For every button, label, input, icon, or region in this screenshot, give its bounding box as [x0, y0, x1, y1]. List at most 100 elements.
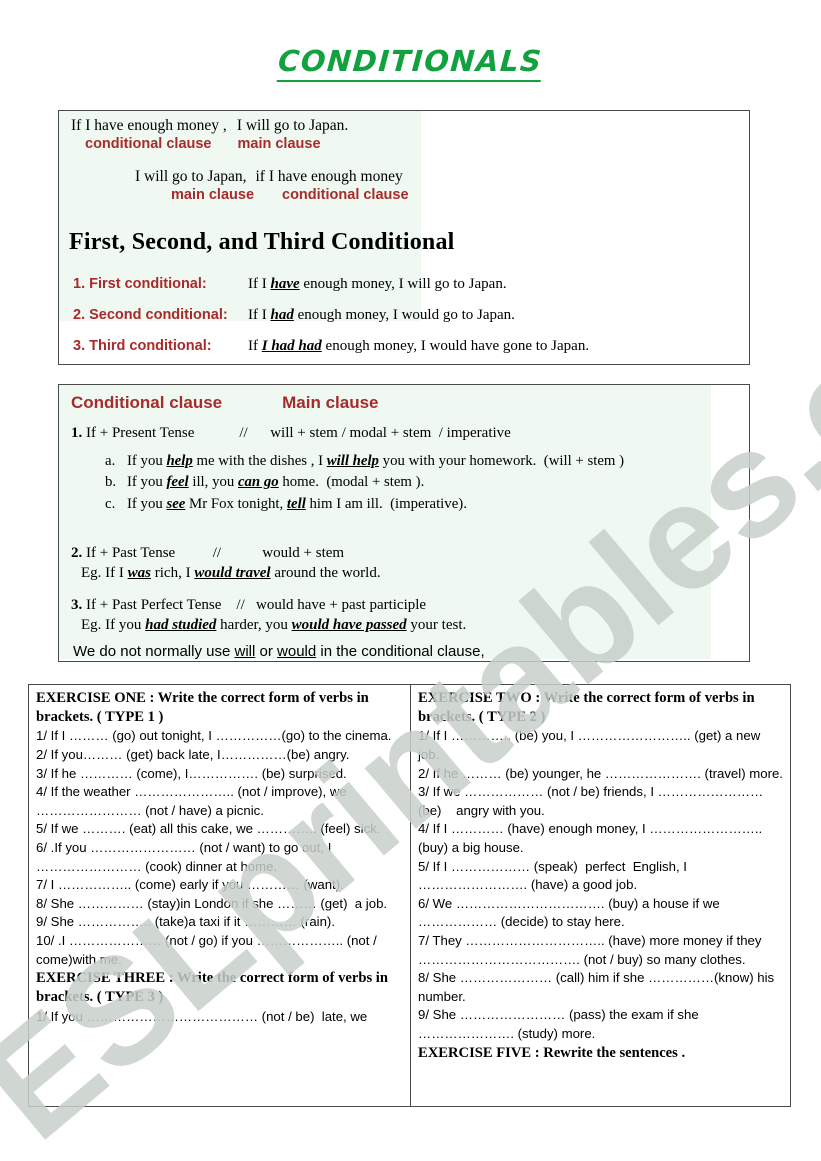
- conditional-name-second: 2. Second conditional:: [73, 307, 228, 323]
- note-post: in the conditional clause,: [316, 643, 485, 660]
- exercise-two-item: 1/ If I ………….. (be) you, I …………………….. (g…: [418, 728, 764, 762]
- example-two-sentence: I will go to Japan, if I have enough mone…: [135, 168, 409, 186]
- conditional-name-first: 1. First conditional:: [73, 276, 207, 292]
- ex-b-mid: ill, you: [188, 474, 238, 491]
- rule-two-number: 2.: [71, 545, 83, 561]
- rule-one-example-c: c. If you see Mr Fox tonight, tell him I …: [105, 494, 624, 515]
- rule-three-number: 3.: [71, 597, 83, 613]
- exercise-one-item: 2/ If you……… (get) back late, I……………(be)…: [36, 746, 350, 762]
- exercise-one-item: 8/ She …………… (stay)in London if she ……… …: [36, 895, 388, 911]
- ex-c-v2: tell: [286, 495, 306, 512]
- exercise-table: EXERCISE ONE : Write the correct form of…: [28, 684, 791, 1107]
- conditional-row-third: 3. Third conditional: If I had had enoug…: [73, 338, 589, 355]
- r3-pre: Eg. If you: [81, 617, 146, 633]
- exercise-one-item: 6/ .If you …………………… (not / want) to go o…: [36, 840, 336, 874]
- rule-two-formula: 2. If + Past Tense // would + stem: [71, 545, 344, 562]
- third-verb: I had had: [261, 338, 322, 354]
- r2-v2: would travel: [194, 565, 271, 581]
- example-one-labels: conditional clause main clause: [71, 135, 348, 153]
- rule-one-formula: 1. If + Present Tense // will + stem / m…: [71, 425, 511, 442]
- exercise-three-item: 1/ If you ………………………………… (not / be) late,…: [36, 1008, 368, 1024]
- exercise-column-left: EXERCISE ONE : Write the correct form of…: [29, 685, 411, 1106]
- rules-header-main: Main clause: [282, 393, 379, 412]
- r2-pre: Eg. If I: [81, 565, 128, 581]
- ex-c-pre: If you: [127, 495, 167, 512]
- example-one-sentence: If I have enough money , I will go to Jap…: [71, 117, 348, 135]
- rule-one-example-b: b. If you feel ill, you can go home. (mod…: [105, 472, 624, 493]
- exercise-one-item: 3/ If he ………… (come), I……………. (be) surpr…: [36, 765, 347, 781]
- second-verb: had: [270, 307, 294, 323]
- exercise-one-title: EXERCISE ONE : Write the correct form of…: [36, 690, 369, 725]
- label-conditional-clause-2: conditional clause: [282, 187, 409, 204]
- conditional-name-third: 3. Third conditional:: [73, 338, 212, 354]
- exercise-two-item: 9/ She …………………… (pass) the exam if she ……: [418, 1007, 703, 1042]
- label-main-clause: main clause: [237, 136, 321, 153]
- first-post: enough money, I will go to Japan.: [299, 276, 507, 292]
- ex-c-mid: Mr Fox tonight,: [185, 495, 287, 512]
- rule-three-example: Eg. If you had studied harder, you would…: [81, 617, 466, 634]
- ex-b-v1: feel: [166, 474, 189, 491]
- ex-b-v2: can go: [237, 474, 279, 491]
- exercise-two-title: EXERCISE TWO : Write the correct form of…: [418, 690, 755, 725]
- rule-one-number: 1.: [71, 425, 83, 441]
- exercise-one-item: 9/ She …………….. (take)a taxi if it ………… (…: [36, 914, 335, 930]
- note-pre: We do not normally use: [73, 643, 235, 660]
- rules-note: We do not normally use will or would in …: [73, 643, 485, 660]
- exercise-one-item: 10/ .I ………………… (not / go) if you ……………….…: [36, 933, 381, 967]
- exercise-one-item: 1/ If I ……… (go) out tonight, I ……………(go…: [36, 728, 392, 744]
- r2-post: around the world.: [270, 565, 381, 581]
- ex-c-post: him I am ill. (imperative).: [305, 495, 467, 512]
- r2-mid: rich, I: [151, 565, 195, 581]
- ex-a-post: you with your homework. (will + stem ): [378, 453, 625, 469]
- page-title-text: CONDITIONALS: [276, 44, 545, 82]
- rule-one-examples: a. If you help me with the dishes , I wil…: [105, 451, 624, 515]
- conditional-example-first: If I have enough money, I will go to Jap…: [248, 276, 507, 293]
- rules-header-conditional: Conditional clause: [71, 393, 223, 412]
- exercise-two-item: 6/ We ……………………………. (buy) a house if we ……: [418, 895, 724, 930]
- exercise-two-item: 8/ She ………………… (call) him if she ……………(k…: [418, 970, 778, 1004]
- exercise-five-title: EXERCISE FIVE : Rewrite the sentences .: [418, 1044, 686, 1061]
- example-two-labels: main clause conditional clause: [135, 186, 409, 204]
- example-c-letter: c.: [105, 495, 116, 512]
- example-two-main-clause-text: I will go to Japan,: [135, 168, 247, 185]
- rule-one-text: If + Present Tense // will + stem / moda…: [82, 425, 511, 441]
- exercise-two-item: 3/ If we ……………… (not / be) friends, I ………: [418, 784, 764, 818]
- note-will: will: [234, 643, 256, 660]
- conditional-example-third: If I had had enough money, I would have …: [248, 338, 589, 355]
- exercise-one-item: 5/ If we ………. (eat) all this cake, we ………: [36, 821, 381, 837]
- r3-v1: had studied: [145, 617, 217, 633]
- example-b-letter: b.: [105, 474, 117, 491]
- r2-v1: was: [127, 565, 151, 581]
- rule-two-example: Eg. If I was rich, I would travel around…: [81, 565, 381, 582]
- example-a-letter: a.: [105, 453, 116, 469]
- note-would: would: [277, 643, 317, 660]
- exercise-one-item: 4/ If the weather ………………….. (not / impro…: [36, 784, 351, 818]
- exercise-three-title: EXERCISE THREE : Write the correct form …: [36, 970, 388, 1005]
- label-conditional-clause: conditional clause: [85, 136, 212, 153]
- third-post: enough money, I would have gone to Japan…: [321, 338, 590, 354]
- example-one-main-clause-text: I will go to Japan.: [236, 117, 349, 134]
- example-one-conditional-clause-text: If I have enough money ,: [71, 117, 227, 134]
- ex-a-pre: If you: [127, 453, 167, 469]
- example-two-conditional-clause-text: if I have enough money: [255, 168, 403, 185]
- intro-box: If I have enough money , I will go to Jap…: [58, 110, 750, 365]
- ex-c-v1: see: [166, 495, 186, 512]
- exercise-column-right: EXERCISE TWO : Write the correct form of…: [411, 685, 790, 1106]
- label-main-clause-2: main clause: [171, 187, 255, 204]
- rule-two-text: If + Past Tense // would + stem: [82, 545, 345, 561]
- rules-headers: Conditional clause Main clause: [71, 393, 379, 413]
- rules-box: Conditional clause Main clause 1. If + Pr…: [58, 384, 750, 662]
- first-pre: If I: [248, 276, 271, 292]
- ex-a-v2: will help: [326, 453, 379, 469]
- second-pre: If I: [248, 307, 271, 323]
- ex-a-mid: me with the dishes , I: [192, 453, 327, 469]
- conditional-example-second: If I had enough money, I would go to Jap…: [248, 307, 515, 324]
- example-b-text: If you feel ill, you can go home. (modal…: [127, 472, 424, 493]
- ex-b-pre: If you: [127, 474, 167, 491]
- r3-mid: harder, you: [216, 617, 292, 633]
- exercise-two-item: 4/ If I ………… (have) enough money, I ……………: [418, 821, 766, 855]
- rule-one-example-a: a. If you help me with the dishes , I wil…: [105, 451, 624, 472]
- third-pre: If: [248, 338, 262, 354]
- first-verb: have: [270, 276, 300, 292]
- second-post: enough money, I would go to Japan.: [293, 307, 515, 323]
